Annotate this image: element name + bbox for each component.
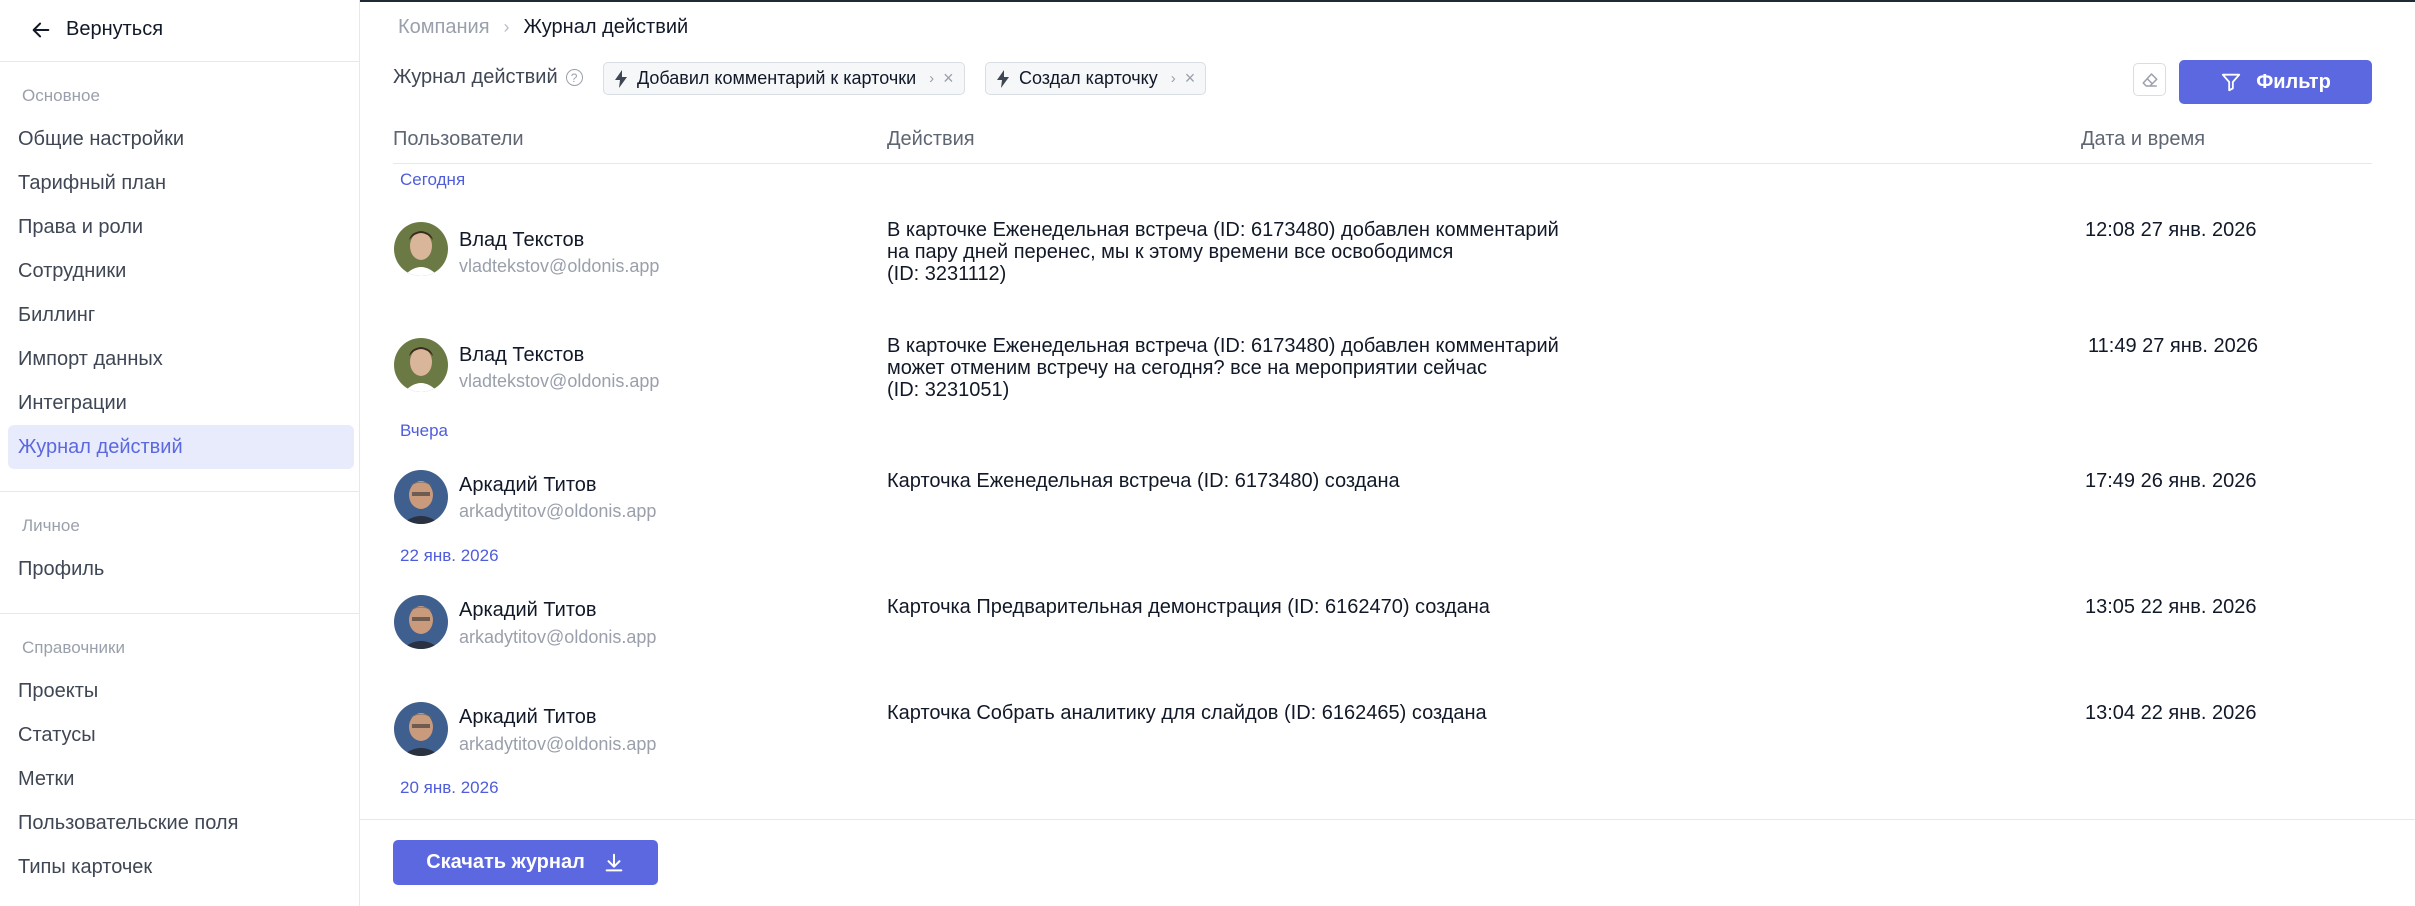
user-email: vladtekstov@oldonis.app — [459, 371, 660, 391]
column-header-datetime[interactable]: Дата и время — [2081, 128, 2205, 151]
bolt-icon — [997, 69, 1009, 88]
sidebar-divider — [0, 491, 360, 492]
chevron-right-icon: › — [929, 70, 935, 87]
action-text: В карточке Еженедельная встреча (ID: 617… — [887, 335, 1559, 401]
sidebar-item-billing[interactable]: Биллинг — [8, 293, 354, 337]
action-datetime: 13:05 22 янв. 2026 — [2085, 596, 2257, 618]
toolbar-title: Журнал действий ? — [393, 66, 583, 89]
chip-label: Создал карточку — [1019, 68, 1158, 88]
sidebar-item-tags[interactable]: Метки — [8, 757, 354, 801]
sidebar-divider — [0, 61, 360, 62]
date-group-label: 22 янв. 2026 — [400, 546, 499, 565]
bolt-icon — [615, 69, 627, 88]
action-text: Карточка Собрать аналитику для слайдов (… — [887, 702, 1487, 724]
sidebar: Вернуться Основное Общие настройки Тариф… — [0, 0, 360, 906]
column-header-actions[interactable]: Действия — [887, 128, 975, 151]
column-header-users[interactable]: Пользователи — [393, 128, 524, 151]
eraser-icon — [2142, 72, 2157, 87]
sidebar-item-employees[interactable]: Сотрудники — [8, 249, 354, 293]
close-icon[interactable]: × — [1185, 68, 1196, 89]
breadcrumb-parent[interactable]: Компания — [398, 16, 490, 39]
window-top-border — [0, 0, 2415, 2]
user-name: Аркадий Титов — [459, 474, 597, 496]
sidebar-item-tariff[interactable]: Тарифный план — [8, 161, 354, 205]
sidebar-section-references: Справочники — [22, 638, 125, 657]
date-group-label: Вчера — [400, 421, 448, 440]
filter-chip-comment[interactable]: Добавил комментарий к карточки › × — [603, 62, 965, 95]
breadcrumb-current: Журнал действий — [523, 16, 689, 38]
filter-button[interactable]: Фильтр — [2179, 60, 2372, 104]
sidebar-item-profile[interactable]: Профиль — [8, 547, 354, 591]
user-email: vladtekstov@oldonis.app — [459, 256, 660, 276]
date-group-label: 20 янв. 2026 — [400, 778, 499, 797]
sidebar-section-personal: Личное — [22, 516, 80, 535]
avatar — [394, 338, 448, 392]
date-group-label: Сегодня — [400, 170, 466, 189]
user-name: Влад Текстов — [459, 229, 585, 251]
funnel-icon — [2222, 73, 2241, 92]
arrow-left-icon — [32, 22, 50, 37]
back-label: Вернуться — [66, 18, 164, 40]
avatar — [394, 222, 448, 276]
action-text: В карточке Еженедельная встреча (ID: 617… — [887, 219, 1559, 285]
user-email: arkadytitov@oldonis.app — [459, 501, 657, 521]
action-text: Карточка Предварительная демонстрация (I… — [887, 596, 1490, 618]
download-button-label: Скачать журнал — [426, 851, 585, 873]
sidebar-item-card-types[interactable]: Типы карточек — [8, 845, 354, 889]
sidebar-divider — [0, 613, 360, 614]
sidebar-item-statuses[interactable]: Статусы — [8, 713, 354, 757]
close-icon[interactable]: × — [943, 68, 954, 89]
footer-divider — [360, 819, 2415, 820]
filter-toolbar: Журнал действий ? Добавил комментарий к … — [393, 60, 2372, 104]
user-name: Влад Текстов — [459, 344, 585, 366]
sidebar-item-custom-fields[interactable]: Пользовательские поля — [8, 801, 354, 845]
action-text: Карточка Еженедельная встреча (ID: 61734… — [887, 470, 1400, 492]
action-datetime: 17:49 26 янв. 2026 — [2085, 470, 2257, 492]
sidebar-item-general-settings[interactable]: Общие настройки — [8, 117, 354, 161]
back-button[interactable]: Вернуться — [30, 18, 163, 41]
user-name: Аркадий Титов — [459, 599, 597, 621]
chip-label: Добавил комментарий к карточки — [637, 68, 917, 88]
sidebar-item-action-log[interactable]: Журнал действий — [8, 425, 354, 469]
sidebar-item-roles[interactable]: Права и роли — [8, 205, 354, 249]
clear-filters-button[interactable] — [2133, 63, 2166, 96]
avatar — [394, 470, 448, 524]
user-email: arkadytitov@oldonis.app — [459, 627, 657, 647]
avatar — [394, 595, 448, 649]
sidebar-item-import[interactable]: Импорт данных — [8, 337, 354, 381]
action-datetime: 12:08 27 янв. 2026 — [2085, 219, 2257, 241]
header-divider — [393, 163, 2372, 164]
download-log-button[interactable]: Скачать журнал — [393, 840, 658, 885]
action-datetime: 13:04 22 янв. 2026 — [2085, 702, 2257, 724]
sidebar-item-integrations[interactable]: Интеграции — [8, 381, 354, 425]
avatar — [394, 702, 448, 756]
filter-button-label: Фильтр — [2256, 70, 2331, 93]
user-name: Аркадий Титов — [459, 706, 597, 728]
user-email: arkadytitov@oldonis.app — [459, 734, 657, 754]
download-icon — [605, 853, 623, 871]
sidebar-section-main: Основное — [22, 86, 100, 105]
action-datetime: 11:49 27 янв. 2026 — [2088, 335, 2259, 357]
chevron-right-icon: › — [503, 17, 510, 37]
sidebar-item-projects[interactable]: Проекты — [8, 669, 354, 713]
chevron-right-icon: › — [1170, 70, 1176, 87]
filter-chip-created[interactable]: Создал карточку › × — [985, 62, 1207, 95]
help-icon[interactable]: ? — [565, 69, 583, 86]
breadcrumb: Компания › Журнал действий — [398, 16, 688, 39]
